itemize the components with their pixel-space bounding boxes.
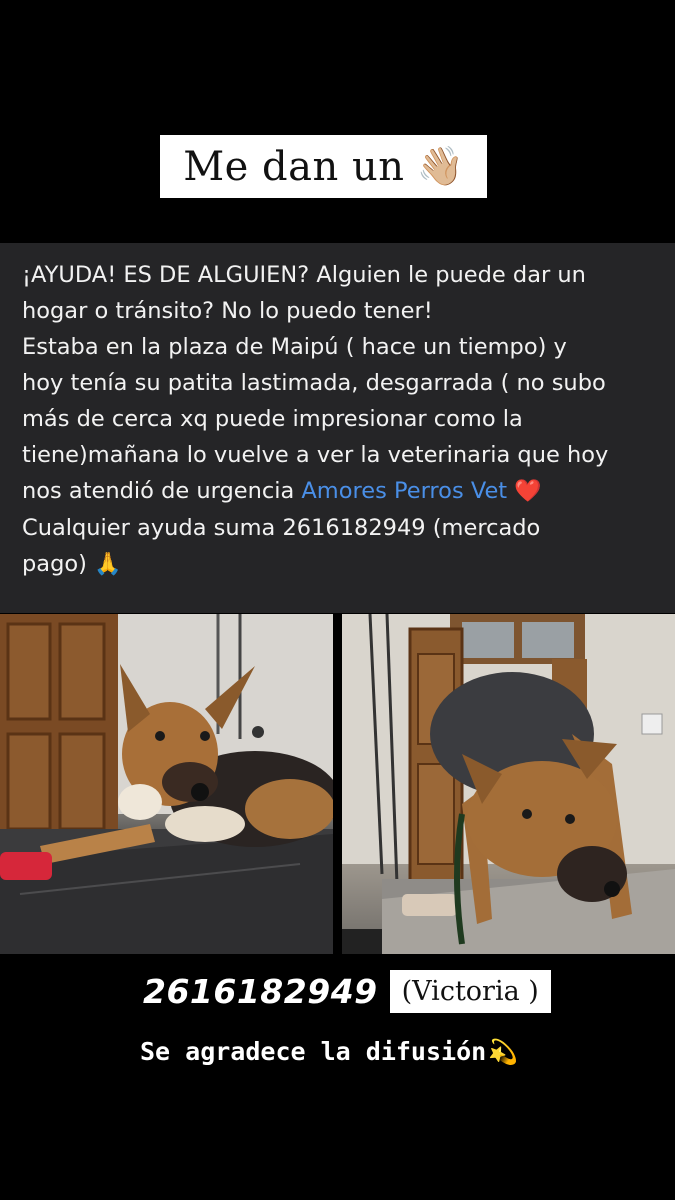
- title-banner: Me dan un 👋🏼: [160, 135, 487, 198]
- red-heart-icon: ❤️: [514, 479, 542, 504]
- post-line: más de cerca xq puede impresionar como l…: [22, 406, 523, 432]
- thanks-text: Se agradece la difusión: [140, 1037, 487, 1066]
- title-text: Me dan un: [183, 143, 405, 190]
- dog-photo-right: [342, 614, 675, 954]
- contact-row: 2616182949 (Victoria ): [143, 968, 551, 1014]
- dizzy-star-icon: 💫: [488, 1037, 519, 1066]
- post-line-vet: nos atendió de urgencia Amores Perros Ve…: [22, 473, 653, 510]
- post-line: ¡AYUDA! ES DE ALGUIEN? Alguien le puede …: [22, 262, 586, 288]
- post-line: Estaba en la plaza de Maipú ( hace un ti…: [22, 334, 567, 360]
- post-line-pay: pago) 🙏: [22, 546, 653, 583]
- post-line-text: pago): [22, 551, 95, 577]
- dog-standing-photo-drawing: [342, 614, 675, 954]
- post-line: Cualquier ayuda suma 2616182949 (mercado: [22, 515, 541, 541]
- folded-hands-icon: 🙏: [94, 552, 122, 577]
- photo-divider: [333, 614, 342, 954]
- waving-hand-icon: 👋🏼: [416, 145, 464, 188]
- post-line: tiene)mañana lo vuelve a ver la veterina…: [22, 442, 609, 468]
- post-line: hogar o tránsito? No lo puedo tener!: [22, 298, 433, 324]
- phone-number[interactable]: 2616182949: [143, 972, 378, 1011]
- post-line-prefix: nos atendió de urgencia: [22, 478, 302, 504]
- contact-name-box: (Victoria ): [389, 969, 551, 1013]
- thanks-line: Se agradece la difusión 💫: [140, 1037, 518, 1066]
- post-text-panel: ¡AYUDA! ES DE ALGUIEN? Alguien le puede …: [0, 243, 675, 613]
- dog-lying-photo-drawing: [0, 614, 333, 954]
- post-line: hoy tenía su patita lastimada, desgarrad…: [22, 370, 606, 396]
- post-body: ¡AYUDA! ES DE ALGUIEN? Alguien le puede …: [22, 257, 653, 583]
- vet-mention-link[interactable]: Amores Perros Vet: [301, 478, 507, 504]
- dog-photo-left: [0, 614, 333, 954]
